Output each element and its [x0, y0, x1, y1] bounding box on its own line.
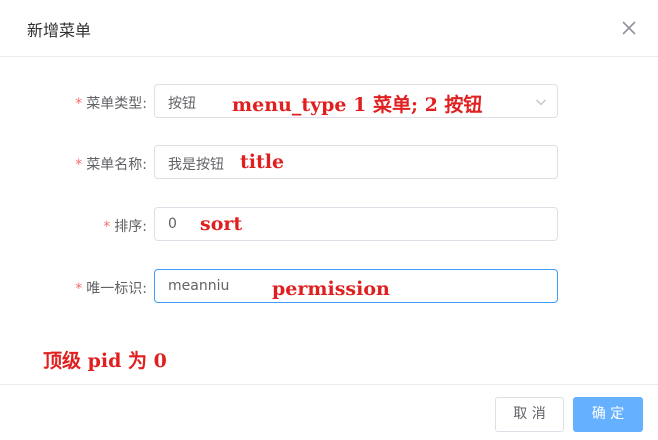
required-mark: * — [75, 96, 83, 112]
sort-annotation: sort — [200, 213, 243, 235]
menu-name-label: * 菜单名称: — [75, 157, 147, 173]
menu-type-value: 按钮 — [168, 96, 196, 112]
chevron-down-icon — [535, 96, 547, 108]
top-level-pid-note: 顶级 pid 为 0 — [43, 350, 167, 372]
close-icon[interactable] — [620, 19, 638, 37]
sort-label: * 排序: — [103, 219, 147, 235]
dialog-title: 新增菜单 — [27, 21, 92, 40]
required-mark: * — [75, 281, 83, 297]
cancel-button[interactable]: 取 消 — [495, 397, 564, 432]
required-mark: * — [103, 219, 111, 235]
menu-name-input[interactable]: 我是按钮 — [154, 145, 558, 179]
permission-annotation: permission — [272, 278, 390, 300]
confirm-button[interactable]: 确 定 — [573, 397, 643, 432]
dialog-header: 新增菜单 — [0, 0, 658, 57]
menu-type-label: * 菜单类型: — [75, 96, 147, 112]
menu-name-value: 我是按钮 — [168, 157, 224, 173]
add-menu-dialog: 新增菜单 * 菜单类型: 按钮 menu_type 1 菜单; 2 按钮 * 菜单名… — [0, 0, 658, 439]
sort-value: 0 — [168, 216, 177, 232]
permission-value: meanniu — [168, 278, 230, 294]
permission-label: * 唯一标识: — [75, 281, 147, 297]
required-mark: * — [75, 157, 83, 173]
menu-name-annotation: title — [240, 151, 285, 173]
menu-type-annotation: menu_type 1 菜单; 2 按钮 — [232, 94, 483, 116]
